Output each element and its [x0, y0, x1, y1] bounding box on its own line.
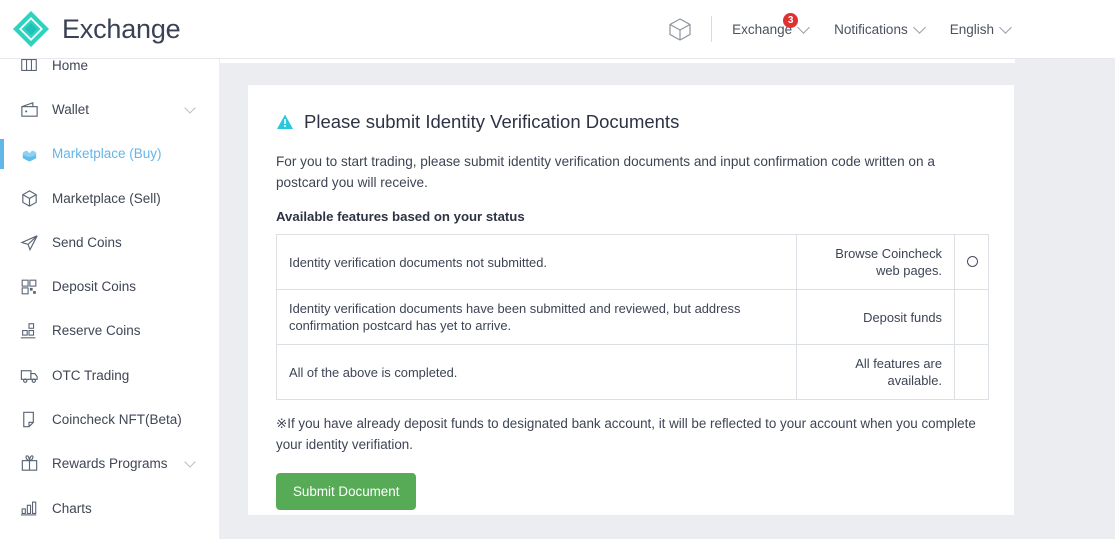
current-status-ring-icon: [967, 255, 978, 267]
header-actions: Exchange 3 Notifications English: [667, 0, 1115, 58]
charts-icon: [18, 497, 40, 519]
content-area: Please submit Identity Verification Docu…: [220, 59, 1115, 539]
brand-title: Exchange: [62, 13, 181, 44]
available-features: Deposit funds: [796, 289, 955, 345]
wallet-icon: [18, 98, 40, 120]
sidebar-item-rewards-programs[interactable]: Rewards Programs: [0, 442, 219, 486]
sidebar-nav-list: Home Wallet Marketplace (Buy) Marketplac…: [0, 59, 219, 539]
sidebar-item-reserve-coins-label: Reserve Coins: [52, 323, 141, 339]
sidebar-item-send-coins-label: Send Coins: [52, 234, 122, 250]
sidebar-item-wallet-label: Wallet: [52, 101, 90, 117]
otc-trading-icon: [18, 364, 40, 386]
header-item-language-label: English: [949, 21, 994, 37]
status-features-table: Identity verification documents not subm…: [276, 234, 989, 400]
sidebar-item-home[interactable]: Home: [0, 59, 219, 87]
submit-document-button[interactable]: Submit Document: [276, 473, 417, 510]
deposit-note: ※If you have already deposit funds to de…: [276, 416, 976, 452]
card-subheading: Available features based on your status: [276, 209, 525, 224]
gift-icon: [18, 453, 40, 475]
card-title-row: Please submit Identity Verification Docu…: [276, 111, 986, 133]
top-header: Exchange Exchange 3 Notifications Englis…: [0, 0, 1115, 59]
sidebar-item-charts[interactable]: Charts: [0, 486, 219, 530]
table-row: Identity verification documents have bee…: [276, 289, 989, 345]
status-description: Identity verification documents not subm…: [276, 234, 797, 290]
header-divider: [711, 16, 713, 42]
app-root: Exchange Exchange 3 Notifications Englis…: [0, 0, 1115, 539]
sidebar-item-coincheck-nft-label: Coincheck NFT(Beta): [52, 412, 182, 428]
reserve-coins-icon: [18, 320, 40, 342]
nft-icon: [18, 409, 40, 431]
marketplace-buy-icon: [18, 143, 40, 165]
status-marker-cell: [954, 344, 989, 400]
header-item-notifications[interactable]: Notifications: [834, 20, 926, 37]
available-features: All features are available.: [796, 344, 955, 400]
sidebar-item-wallet[interactable]: Wallet: [0, 87, 219, 131]
sidebar-item-charts-label: Charts: [52, 500, 92, 516]
chevron-down-icon: [797, 20, 811, 34]
sidebar-item-marketplace-sell[interactable]: Marketplace (Sell): [0, 176, 219, 220]
deposit-coins-icon: [18, 276, 40, 298]
chevron-down-icon: [184, 102, 196, 114]
marketplace-sell-icon: [18, 187, 40, 209]
status-marker-cell: [954, 234, 989, 290]
identity-verification-card: Please submit Identity Verification Docu…: [248, 85, 1014, 515]
chevron-down-icon: [184, 456, 196, 468]
header-item-language[interactable]: English: [949, 20, 1012, 37]
sidebar-item-reserve-coins[interactable]: Reserve Coins: [0, 309, 219, 353]
table-row: Identity verification documents not subm…: [276, 234, 989, 290]
sidebar[interactable]: Home Wallet Marketplace (Buy) Marketplac…: [0, 59, 220, 539]
home-icon: [18, 59, 40, 76]
sidebar-item-marketplace-buy-label: Marketplace (Buy): [52, 146, 162, 162]
available-features: Browse Coincheck web pages.: [796, 234, 955, 290]
content-top-strip: [220, 59, 1015, 63]
table-row: All of the above is completed. All featu…: [276, 344, 989, 400]
sidebar-item-deposit-coins[interactable]: Deposit Coins: [0, 264, 219, 308]
warning-triangle-icon: [276, 113, 294, 131]
status-marker-cell: [954, 289, 989, 345]
exchange-logo-icon: [10, 8, 52, 50]
sidebar-item-otc-trading-label: OTC Trading: [52, 367, 130, 383]
sidebar-item-otc-trading[interactable]: OTC Trading: [0, 353, 219, 397]
sidebar-item-send-coins[interactable]: Send Coins: [0, 220, 219, 264]
sidebar-item-coincheck-nft[interactable]: Coincheck NFT(Beta): [0, 397, 219, 441]
card-description: For you to start trading, please submit …: [276, 154, 935, 190]
send-coins-icon: [18, 231, 40, 253]
sidebar-item-trade-log[interactable]: Trade Log: [0, 530, 219, 539]
header-item-exchange[interactable]: Exchange 3: [732, 12, 811, 37]
status-description: All of the above is completed.: [276, 344, 797, 400]
sidebar-item-deposit-coins-label: Deposit Coins: [52, 279, 137, 295]
sidebar-item-marketplace-sell-label: Marketplace (Sell): [52, 190, 161, 206]
page-title: Please submit Identity Verification Docu…: [304, 111, 680, 132]
cube-icon[interactable]: [667, 16, 693, 42]
status-description: Identity verification documents have bee…: [276, 289, 797, 345]
sidebar-item-home-label: Home: [52, 59, 89, 73]
sidebar-item-rewards-programs-label: Rewards Programs: [52, 456, 168, 472]
chevron-down-icon: [912, 20, 926, 34]
notification-badge: 3: [783, 12, 799, 28]
header-item-notifications-label: Notifications: [834, 21, 908, 37]
chevron-down-icon: [999, 20, 1012, 34]
sidebar-item-marketplace-buy[interactable]: Marketplace (Buy): [0, 132, 219, 176]
brand[interactable]: Exchange: [10, 8, 181, 50]
